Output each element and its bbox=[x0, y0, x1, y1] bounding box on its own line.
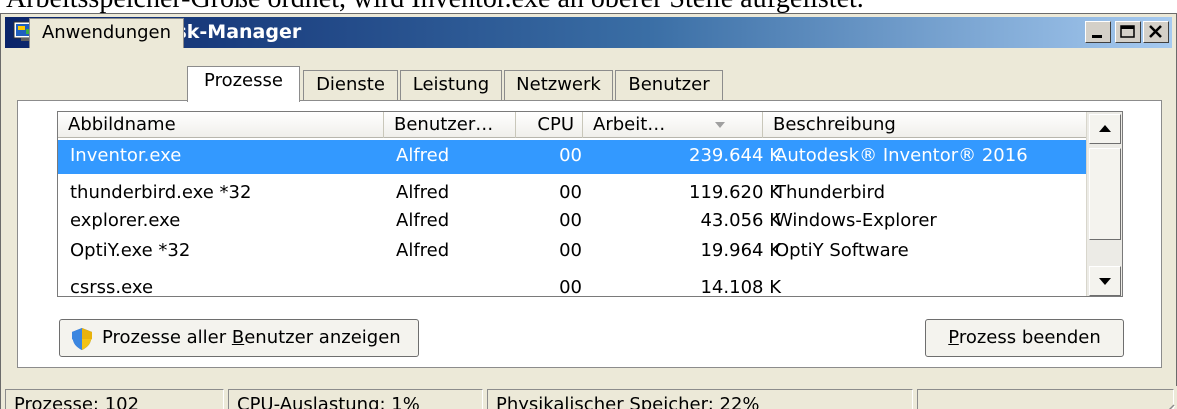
status-memory: Physikalischer Speicher: 22% bbox=[487, 389, 913, 409]
shield-icon bbox=[72, 328, 92, 350]
cell-user: Alfred bbox=[396, 210, 450, 231]
show-all-users-label-a: Prozesse aller bbox=[102, 327, 232, 348]
cell-cpu: 00 bbox=[559, 277, 582, 297]
status-processes: Prozesse: 102 bbox=[5, 389, 224, 409]
column-header-memory-label: Arbeit… bbox=[593, 114, 666, 135]
status-cpu: CPU-Auslastung: 1% bbox=[228, 389, 483, 409]
cell-memory: 119.620 K bbox=[689, 182, 781, 203]
column-header-description[interactable]: Beschreibung bbox=[763, 112, 1087, 138]
cell-cpu: 00 bbox=[559, 240, 582, 261]
maximize-button[interactable] bbox=[1115, 21, 1141, 43]
column-header-memory[interactable]: Arbeit… bbox=[583, 112, 763, 138]
close-button[interactable] bbox=[1143, 21, 1169, 43]
table-row[interactable]: Inventor.exe Alfred 00 239.644 K Autodes… bbox=[58, 140, 1087, 174]
cell-image-name: explorer.exe bbox=[70, 210, 181, 231]
minimize-icon bbox=[1092, 35, 1102, 38]
arrow-down-icon bbox=[1099, 278, 1111, 285]
list-rows: Inventor.exe Alfred 00 239.644 K Autodes… bbox=[58, 140, 1087, 297]
scroll-down-button[interactable] bbox=[1089, 266, 1121, 296]
cell-image-name: csrss.exe bbox=[70, 277, 154, 297]
cell-cpu: 00 bbox=[559, 210, 582, 231]
cell-user: Alfred bbox=[396, 145, 450, 166]
cell-description: Autodesk® Inventor® 2016 bbox=[775, 145, 1028, 166]
column-header-user[interactable]: Benutzer… bbox=[384, 112, 516, 138]
end-process-accesskey: P bbox=[948, 327, 959, 348]
tab-leistung[interactable]: Leistung bbox=[400, 70, 502, 100]
cell-image-name: OptiY.exe *32 bbox=[70, 240, 191, 261]
tab-anwendungen[interactable]: Anwendungen bbox=[29, 18, 184, 48]
cell-description: Thunderbird bbox=[775, 182, 886, 203]
cell-image-name: Inventor.exe bbox=[70, 145, 182, 166]
minimize-button[interactable] bbox=[1085, 21, 1111, 43]
tab-prozesse[interactable]: Prozesse bbox=[187, 66, 300, 102]
process-list[interactable]: Abbildname Benutzer… CPU Arbeit… Beschre… bbox=[57, 111, 1123, 297]
tab-dienste[interactable]: Dienste bbox=[303, 70, 398, 100]
document-caption: Arbeitsspeicher-Größe ordnet, wird Inven… bbox=[0, 0, 1177, 13]
show-all-users-label-b: enutzer anzeigen bbox=[244, 327, 401, 348]
cell-user: Alfred bbox=[396, 240, 450, 261]
end-process-label: rozess beenden bbox=[958, 327, 1101, 348]
column-header-image-name[interactable]: Abbildname bbox=[58, 112, 384, 138]
cell-memory: 14.108 K bbox=[700, 277, 781, 297]
cell-cpu: 00 bbox=[559, 182, 582, 203]
cell-image-name: thunderbird.exe *32 bbox=[70, 182, 252, 203]
cell-user: Alfred bbox=[396, 182, 450, 203]
end-process-button[interactable]: Prozess beenden bbox=[925, 319, 1124, 357]
task-manager-window: Windows Task-Manager Anwendungen Prozess… bbox=[0, 13, 1177, 409]
close-icon bbox=[1149, 25, 1162, 38]
arrow-up-icon bbox=[1099, 125, 1111, 132]
table-row[interactable]: OptiY.exe *32 Alfred 00 19.964 K OptiY S… bbox=[58, 235, 1087, 269]
show-all-users-button[interactable]: Prozesse aller Benutzer anzeigen bbox=[59, 319, 419, 357]
scroll-up-button[interactable] bbox=[1089, 114, 1121, 144]
cell-description: Windows-Explorer bbox=[775, 210, 937, 231]
tab-benutzer[interactable]: Benutzer bbox=[615, 70, 723, 100]
cell-memory: 239.644 K bbox=[689, 145, 781, 166]
tab-netzwerk[interactable]: Netzwerk bbox=[504, 70, 613, 100]
maximize-icon bbox=[1120, 25, 1135, 38]
cell-memory: 19.964 K bbox=[700, 240, 781, 261]
status-empty-pane bbox=[917, 389, 1174, 409]
cell-memory: 43.056 K bbox=[700, 210, 781, 231]
table-row[interactable]: explorer.exe Alfred 00 43.056 K Windows-… bbox=[58, 207, 1087, 235]
table-row[interactable]: csrss.exe 00 14.108 K bbox=[58, 269, 1087, 297]
table-row[interactable]: thunderbird.exe *32 Alfred 00 119.620 K … bbox=[58, 180, 1087, 207]
cell-cpu: 00 bbox=[559, 145, 582, 166]
column-header-cpu[interactable]: CPU bbox=[516, 112, 583, 138]
show-all-users-accesskey: B bbox=[231, 327, 245, 348]
scrollbar-thumb[interactable] bbox=[1089, 148, 1121, 240]
resize-grip-icon[interactable] bbox=[1154, 399, 1176, 409]
cell-description: OptiY Software bbox=[775, 240, 909, 261]
sort-descending-icon bbox=[715, 122, 725, 128]
list-header: Abbildname Benutzer… CPU Arbeit… Beschre… bbox=[58, 112, 1087, 138]
status-bar: Prozesse: 102 CPU-Auslastung: 1% Physika… bbox=[1, 386, 1177, 409]
vertical-scrollbar[interactable] bbox=[1086, 112, 1122, 296]
